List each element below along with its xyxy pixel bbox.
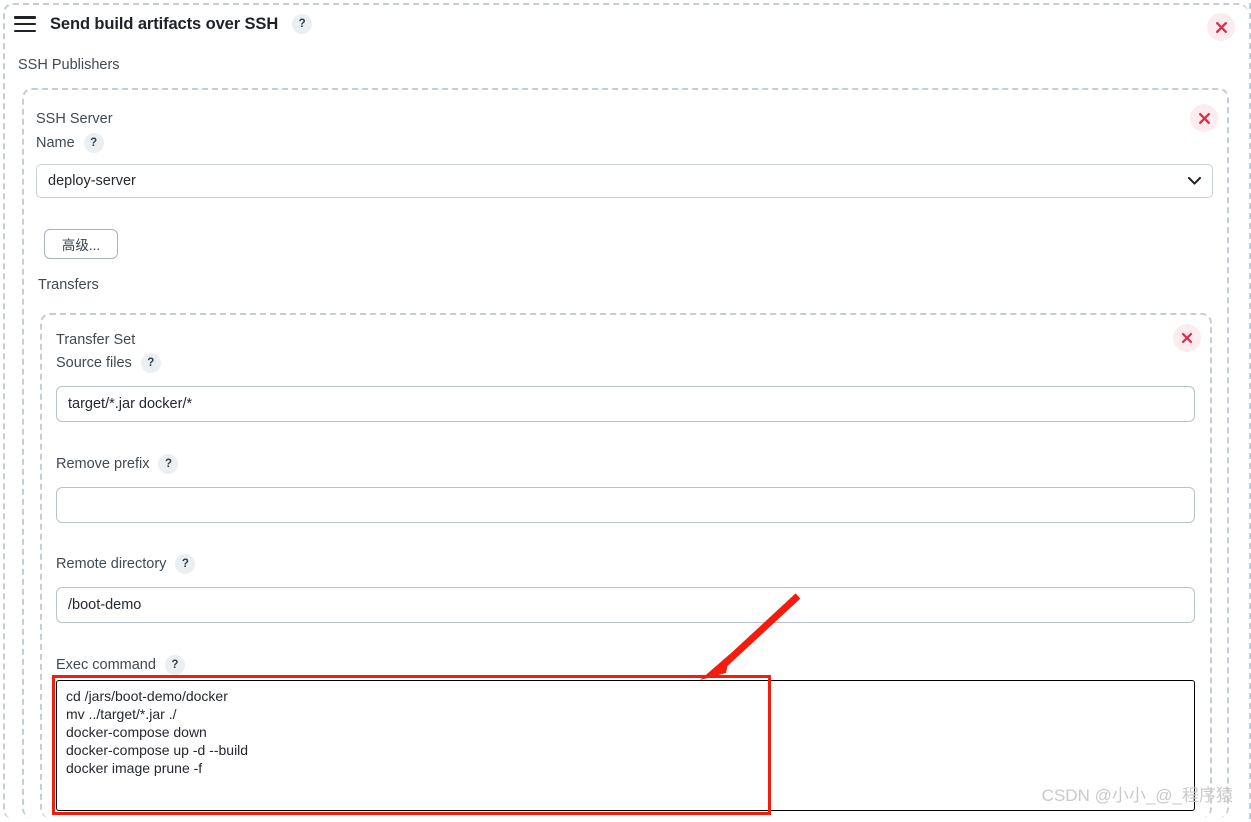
remote-directory-label-text: Remote directory	[56, 556, 167, 572]
ssh-server-select[interactable]: deploy-server	[36, 164, 1213, 198]
help-icon-exec-command[interactable]: ?	[164, 655, 185, 675]
remote-directory-label: Remote directory ?	[56, 554, 196, 574]
ssh-server-name-label-text: Name	[36, 135, 75, 151]
remove-prefix-input[interactable]	[56, 487, 1195, 523]
ssh-server-selected-value: deploy-server	[48, 173, 136, 189]
exec-command-label-text: Exec command	[56, 657, 156, 673]
hamburger-icon[interactable]	[14, 16, 36, 32]
ssh-server-name-label: Name ?	[36, 133, 104, 153]
remote-directory-input[interactable]	[56, 587, 1195, 623]
ssh-server-select-box[interactable]: deploy-server	[36, 164, 1213, 198]
close-button-main[interactable]	[1207, 13, 1235, 41]
source-files-input[interactable]	[56, 386, 1195, 422]
close-icon	[1198, 112, 1210, 124]
help-icon-source-files[interactable]: ?	[140, 353, 161, 373]
close-button-publisher[interactable]	[1190, 104, 1218, 132]
help-icon-ssh-name[interactable]: ?	[83, 133, 104, 153]
close-button-transfer-set[interactable]	[1173, 324, 1201, 352]
help-icon-title[interactable]: ?	[292, 14, 313, 34]
remove-prefix-label: Remove prefix ?	[56, 454, 179, 474]
transfers-label: Transfers	[38, 277, 99, 293]
help-icon-remote-directory[interactable]: ?	[175, 554, 196, 574]
help-icon-remove-prefix[interactable]: ?	[158, 454, 179, 474]
exec-command-label: Exec command ?	[56, 655, 185, 675]
close-icon	[1215, 21, 1227, 33]
remove-prefix-label-text: Remove prefix	[56, 456, 150, 472]
source-files-label: Source files ?	[56, 353, 161, 373]
source-files-label-text: Source files	[56, 355, 132, 371]
page-title: Send build artifacts over SSH	[50, 14, 279, 33]
watermark: CSDN @小小_@_程序猿	[1041, 786, 1233, 805]
advanced-button[interactable]: 高级...	[44, 229, 118, 259]
ssh-server-group-label: SSH Server	[36, 111, 113, 127]
transfer-set-group-label: Transfer Set	[56, 332, 135, 348]
transfer-set-group-label-text: Transfer Set	[56, 332, 136, 348]
ssh-server-group-label-text: SSH Server	[36, 111, 113, 127]
app-root: Send build artifacts over SSH ? SSH Publ…	[0, 0, 1251, 822]
page-header: Send build artifacts over SSH ?	[14, 14, 313, 34]
exec-command-textarea[interactable]	[56, 680, 1195, 811]
ssh-publishers-label: SSH Publishers	[18, 57, 120, 73]
close-icon	[1181, 332, 1193, 344]
